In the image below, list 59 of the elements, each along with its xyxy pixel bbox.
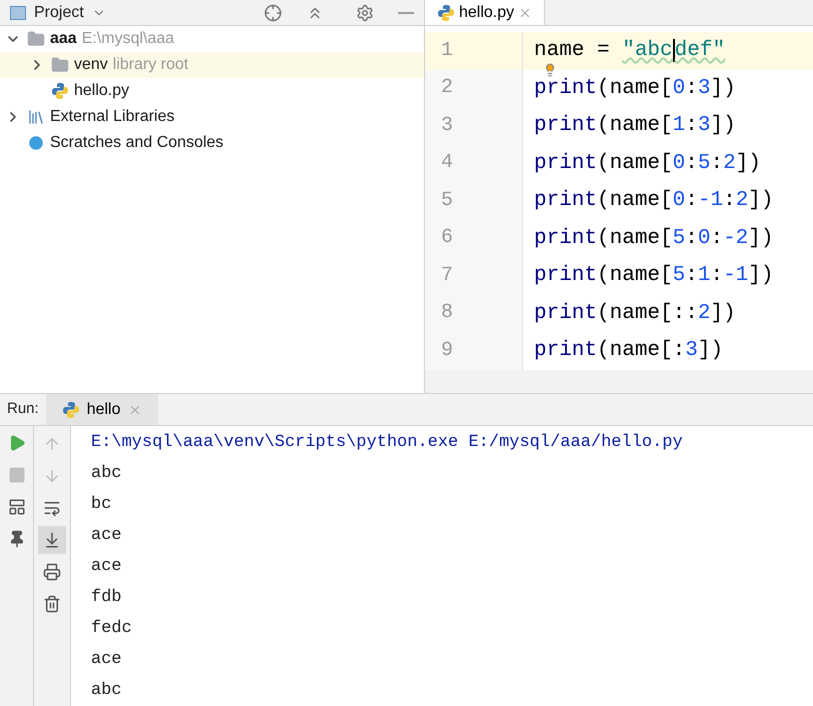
tree-item[interactable]: venv library root (0, 52, 424, 78)
crosshair-icon[interactable] (264, 4, 282, 22)
console-line: abc (91, 680, 123, 702)
line-number: 3 (440, 112, 454, 139)
line-number: 2 (440, 75, 454, 102)
minimize-icon[interactable] (398, 12, 414, 14)
tree-item[interactable]: hello.py (0, 78, 424, 104)
lightbulb-icon[interactable] (543, 62, 557, 76)
code-line: print(name[0:-1:2]) (534, 188, 774, 214)
python-icon (62, 400, 80, 418)
scroll-to-end-icon[interactable] (43, 531, 61, 549)
print-icon[interactable] (43, 563, 61, 581)
item-label: venv (74, 55, 108, 75)
tree-item[interactable]: aaa E:\mysql\aaa (0, 26, 424, 52)
panel-title[interactable]: Project (34, 0, 84, 24)
item-hint: E:\mysql\aaa (82, 29, 174, 49)
trash-icon[interactable] (43, 595, 61, 613)
line-number: 5 (440, 188, 454, 214)
line-number: 6 (440, 225, 454, 252)
soft-wrap-icon[interactable] (43, 499, 61, 517)
python-file-icon (51, 82, 69, 100)
folder-icon (27, 30, 45, 48)
code-line: print(name[5:1:-1]) (534, 263, 774, 289)
line-number: 1 (425, 32, 522, 70)
code-line: print(name[0:3]) (534, 76, 736, 102)
item-label: hello.py (74, 81, 130, 101)
code-line: print(name[0:5:2]) (534, 150, 761, 176)
code-line: print(name[::2]) (534, 300, 736, 326)
run-tab[interactable]: hello (46, 394, 158, 425)
python-icon (437, 4, 455, 22)
tree-item[interactable]: Scratches and Consoles (0, 130, 424, 156)
console-line: bc (91, 494, 112, 516)
line-number: 4 (440, 150, 454, 176)
item-label: aaa (50, 29, 77, 49)
console-line: ace (91, 648, 123, 671)
console-line: E:\mysql\aaa\venv\Scripts\python.exe E:/mysql/aaa/hello.py (91, 432, 684, 454)
item-label: Scratches and Consoles (50, 133, 224, 153)
code-line: name = "abc def" (534, 38, 726, 64)
item-label: External Libraries (50, 107, 174, 127)
folder-icon (51, 56, 69, 74)
libraries-icon (27, 108, 45, 126)
line-number: 7 (440, 262, 454, 289)
code-line: print(name[5:0:-2]) (534, 226, 774, 252)
code-line: print(name[1:3]) (534, 113, 736, 139)
settings-icon[interactable] (356, 4, 374, 22)
line-number: 8 (440, 300, 454, 326)
console-line: fedc (91, 618, 133, 640)
project-icon (10, 6, 26, 20)
layout-icon[interactable] (8, 498, 26, 516)
console-line: fdb (91, 586, 123, 609)
console-line: abc (91, 462, 123, 485)
code-line: print(name[:3]) (534, 338, 724, 364)
tree-item[interactable]: External Libraries (0, 104, 424, 130)
console-line: ace (91, 556, 123, 578)
editor-tab[interactable]: hello.py (425, 0, 546, 25)
item-hint: library root (112, 55, 188, 75)
line-number: 9 (440, 338, 454, 364)
console-line: ace (91, 524, 123, 547)
run-label: Run: (6, 399, 40, 420)
